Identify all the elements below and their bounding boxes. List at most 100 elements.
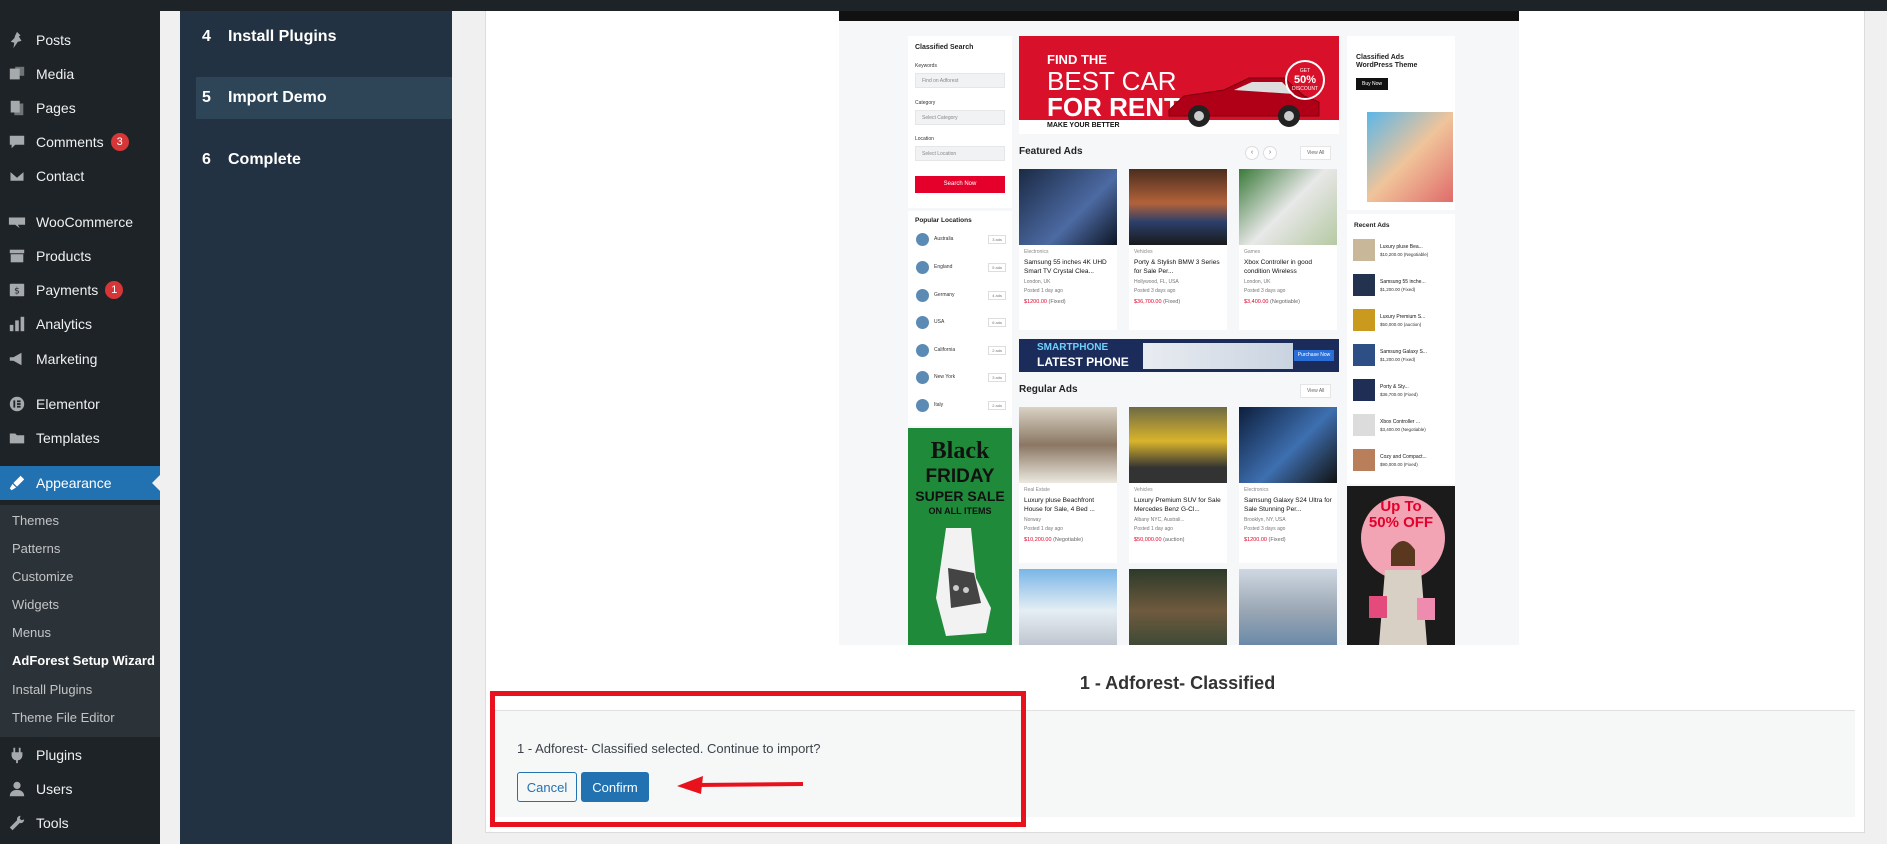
featured-view-all-button[interactable]: View All <box>1300 146 1332 160</box>
regular-ad-card[interactable] <box>1129 569 1227 645</box>
menu-comments[interactable]: Comments 3 <box>0 125 160 159</box>
category-select[interactable]: Select Category <box>915 110 1005 125</box>
menu-media[interactable]: Media <box>0 57 160 91</box>
regular-ad-card[interactable]: Real Estate Luxury pluse Beachfront Hous… <box>1019 407 1117 563</box>
submenu-customize[interactable]: Customize <box>12 569 73 584</box>
ad-price-type: (Fixed) <box>1268 537 1286 543</box>
smartphone-line-2: LATEST PHONE <box>1037 355 1129 369</box>
submenu-themes[interactable]: Themes <box>12 513 59 528</box>
location-select[interactable]: Select Location <box>915 146 1005 161</box>
location-row[interactable]: New York 3 ads <box>916 369 1006 385</box>
location-row[interactable]: Italy 2 ads <box>916 397 1006 413</box>
annotation-arrow-icon <box>677 776 804 794</box>
ad-posted-time: Posted 1 day ago <box>1134 526 1173 532</box>
recent-ad-title: Porty & Sty... <box>1380 383 1409 390</box>
featured-ad-card[interactable]: Vehicles Porty & Stylish BMW 3 Series fo… <box>1129 169 1227 330</box>
location-row[interactable]: Australia 3 ads <box>916 231 1006 247</box>
phones-image <box>1143 343 1293 369</box>
menu-plugins[interactable]: Plugins <box>0 738 160 772</box>
ad-price: $1200.00 <box>1244 537 1267 543</box>
menu-marketing[interactable]: Marketing <box>0 342 160 376</box>
carousel-next-icon[interactable]: › <box>1263 146 1277 160</box>
hero-banner[interactable]: FIND THE BEST CAR FOR RENT MAKE YOUR BET… <box>1019 36 1339 134</box>
menu-tools[interactable]: Tools <box>0 806 160 840</box>
menu-pages[interactable]: Pages <box>0 91 160 125</box>
recent-ad-title: Xbox Controller ... <box>1380 418 1421 425</box>
sale-banner[interactable]: Up To 50% OFF <box>1347 486 1455 645</box>
submenu-theme-file-editor[interactable]: Theme File Editor <box>12 710 115 725</box>
ad-posted-time: Posted 3 days ago <box>1134 288 1176 294</box>
theme-promo-card[interactable]: Classified Ads WordPress Theme Buy Now <box>1347 36 1455 210</box>
search-now-button[interactable]: Search Now <box>915 176 1005 193</box>
wizard-step-complete[interactable]: 6 Complete <box>196 139 452 181</box>
recent-ad-title: Cozy and Compact... <box>1380 453 1427 460</box>
menu-appearance[interactable]: Appearance <box>0 466 160 500</box>
menu-payments[interactable]: $ Payments 1 <box>0 273 160 307</box>
location-row[interactable]: California 2 ads <box>916 342 1006 358</box>
location-row[interactable]: USA 6 ads <box>916 314 1006 330</box>
keywords-field[interactable]: Find on Adforest <box>915 73 1005 88</box>
recent-ad-title: Luxury Premium S... <box>1380 313 1426 320</box>
submenu-menus[interactable]: Menus <box>12 625 51 640</box>
recent-ad-item[interactable]: Porty & Sty... $36,700.00 (Fixed) <box>1353 376 1451 404</box>
ad-category: Real Estate <box>1024 487 1050 493</box>
location-count: 6 ads <box>988 317 1006 327</box>
wizard-step-install-plugins[interactable]: 4 Install Plugins <box>196 16 452 58</box>
regular-ads-title: Regular Ads <box>1019 384 1078 395</box>
recent-ad-item[interactable]: Luxury pluse Bea... $10,200.00 (Negotiabl… <box>1353 236 1451 264</box>
submenu-install-plugins[interactable]: Install Plugins <box>12 682 92 697</box>
menu-label: Templates <box>36 430 100 446</box>
regular-view-all-button[interactable]: View All <box>1300 384 1332 398</box>
confirm-import-panel <box>490 711 1855 817</box>
black-friday-banner[interactable]: Black FRIDAY SUPER SALE ON ALL ITEMS <box>908 428 1012 645</box>
recent-ad-thumb <box>1353 274 1375 296</box>
elementor-icon <box>0 395 34 413</box>
recent-ad-item[interactable]: Luxury Premium S... $50,000.00 (auction) <box>1353 306 1451 334</box>
featured-ad-card[interactable]: Electronics Samsung 55 inches 4K UHD Sma… <box>1019 169 1117 330</box>
submenu-widgets[interactable]: Widgets <box>12 597 59 612</box>
menu-label: Pages <box>36 100 76 116</box>
location-row[interactable]: England 5 ads <box>916 259 1006 275</box>
menu-users[interactable]: Users <box>0 772 160 806</box>
comments-count-badge: 3 <box>110 133 129 151</box>
submenu-patterns[interactable]: Patterns <box>12 541 60 556</box>
ad-image <box>1019 169 1117 245</box>
menu-products[interactable]: Products <box>0 239 160 273</box>
ad-category: Vehicles <box>1134 487 1153 493</box>
menu-templates[interactable]: Templates <box>0 421 160 455</box>
regular-ad-card[interactable]: Electronics Samsung Galaxy S24 Ultra for… <box>1239 407 1337 563</box>
featured-ad-card[interactable]: Games Xbox Controller in good condition … <box>1239 169 1337 330</box>
menu-elementor[interactable]: Elementor <box>0 387 160 421</box>
recent-ad-item[interactable]: Samsung Galaxy S... $1,200.00 (Fixed) <box>1353 341 1451 369</box>
hero-line-1: FIND THE <box>1047 52 1107 67</box>
location-row[interactable]: Germany 4 ads <box>916 287 1006 303</box>
menu-analytics[interactable]: Analytics <box>0 307 160 341</box>
recent-ad-thumb <box>1353 449 1375 471</box>
menu-label: Analytics <box>36 316 93 332</box>
ad-image <box>1019 407 1117 483</box>
regular-ad-card[interactable] <box>1239 569 1337 645</box>
recent-ad-item[interactable]: Xbox Controller ... $3,400.00 (Negotiable… <box>1353 411 1451 439</box>
purchase-now-button[interactable]: Purchase Now <box>1294 350 1334 361</box>
recent-ad-item[interactable]: Cozy and Compact... $90,000.00 (Fixed) <box>1353 446 1451 474</box>
smartphone-banner[interactable]: SMARTPHONE LATEST PHONE Purchase Now <box>1019 339 1339 372</box>
buy-now-button[interactable]: Buy Now <box>1356 78 1388 90</box>
recent-ad-item[interactable]: Samsung 55 inche... $1,200.00 (Fixed) <box>1353 271 1451 299</box>
menu-woocommerce[interactable]: WooCommerce <box>0 205 160 239</box>
popular-locations-card: Popular Locations Australia 3 ads England… <box>908 211 1012 426</box>
sale-line-2: 50% OFF <box>1368 514 1434 531</box>
location-count: 2 ads <box>988 345 1006 355</box>
recent-ad-price: $50,000.00 <box>1380 321 1403 327</box>
theme-mockup-image <box>1367 112 1453 202</box>
carousel-prev-icon[interactable]: ‹ <box>1245 146 1259 160</box>
menu-posts[interactable]: Posts <box>0 23 160 57</box>
cancel-button[interactable]: Cancel <box>517 772 577 802</box>
regular-ad-card[interactable]: Vehicles Luxury Premium SUV for Sale Mer… <box>1129 407 1227 563</box>
confirm-button[interactable]: Confirm <box>581 772 649 802</box>
ad-price-type: (auction) <box>1163 537 1185 543</box>
submenu-setup-wizard[interactable]: AdForest Setup Wizard <box>12 653 155 668</box>
demo-preview-image[interactable]: Classified Search Keywords Find on Adfor… <box>839 11 1519 645</box>
wizard-step-import-demo[interactable]: 5 Import Demo <box>196 77 452 119</box>
menu-contact[interactable]: Contact <box>0 159 160 193</box>
regular-ad-card[interactable] <box>1019 569 1117 645</box>
